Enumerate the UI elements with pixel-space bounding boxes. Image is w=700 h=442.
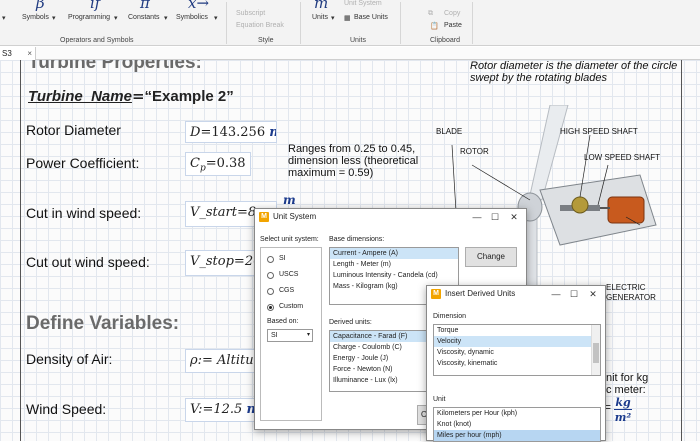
dimension-scrollbar[interactable] [591, 325, 600, 375]
right-note-2: c meter: [606, 384, 646, 396]
document-tab[interactable]: S3 × [0, 47, 36, 60]
list-item[interactable]: Luminous Intensity - Candela (cd) [330, 270, 458, 281]
equation-break-button[interactable]: Equation Break [236, 22, 284, 29]
rotor-note: Rotor diameter is the diameter of the ci… [470, 60, 678, 84]
radio-si[interactable] [267, 256, 274, 263]
mathcad-icon: M [259, 212, 269, 222]
power-coefficient-math[interactable]: Cp=0.38 [185, 152, 251, 176]
maximize-icon[interactable]: ☐ [488, 209, 502, 225]
rotor-diameter-label: Rotor Diameter [26, 122, 121, 138]
close-icon[interactable]: ✕ [507, 209, 521, 225]
copy-button[interactable]: Copy [444, 10, 460, 17]
close-icon[interactable]: ✕ [586, 286, 600, 302]
list-item[interactable]: Miles per hour (mph) [434, 430, 600, 441]
select-unit-system-label: Select unit system: [260, 236, 319, 243]
cut-out-speed-math[interactable]: V_stop=20 [185, 250, 265, 276]
list-item[interactable]: Viscosity, dynamic [434, 347, 600, 358]
based-on-select[interactable]: SI ▾ [267, 329, 313, 342]
density-air-label: Density of Air: [26, 351, 113, 367]
unit-list[interactable]: Kilometers per Hour (kph) Knot (knot) Mi… [433, 407, 601, 442]
label-low-speed-shaft: LOW SPEED SHAFT [584, 153, 661, 162]
unit-system-titlebar[interactable]: M Unit System — ☐ ✕ [255, 209, 526, 225]
minimize-icon[interactable]: — [549, 286, 563, 302]
base-units-icon: ▦ [344, 15, 351, 22]
base-units-button[interactable]: Base Units [354, 14, 388, 21]
chevron-down-icon: ▾ [306, 332, 310, 338]
symbolics-button[interactable]: Symbolics [176, 14, 208, 21]
unit-system-radio-group: SI USCS CGS Custom Based on: SI ▾ [260, 247, 322, 421]
change-button[interactable]: Change [465, 247, 517, 267]
symbolics-icon[interactable]: x→ [188, 0, 209, 12]
density-air-math[interactable]: ρ:= Altitu [185, 349, 255, 373]
insert-derived-units-dialog[interactable]: M Insert Derived Units — ☐ ✕ Dimension T… [426, 285, 606, 442]
symbols-button[interactable]: Symbols [22, 14, 49, 21]
programming-icon[interactable]: if [90, 0, 100, 12]
label-blade: BLADE [436, 127, 463, 136]
constants-icon[interactable]: π [140, 0, 150, 12]
radio-custom[interactable] [267, 304, 274, 311]
group-style-label: Style [258, 37, 274, 44]
paste-button[interactable]: Paste [444, 22, 462, 29]
list-item[interactable]: Torque [434, 325, 600, 336]
paste-icon: 📋 [430, 23, 439, 30]
turbine-name-region[interactable]: Turbine_Name=“Example 2” [28, 87, 234, 105]
cut-out-speed-label: Cut out wind speed: [26, 254, 150, 270]
right-unit-top: kg [614, 396, 632, 410]
group-operators-label: Operators and Symbols [60, 37, 134, 44]
copy-icon: ⧉ [428, 10, 433, 17]
rotor-diameter-math[interactable]: D=143.256 m [185, 121, 277, 143]
list-item[interactable]: Length - Meter (m) [330, 259, 458, 270]
unit-system-button[interactable]: Unit System [344, 0, 382, 7]
dimension-list[interactable]: Torque Velocity Viscosity, dynamic Visco… [433, 324, 601, 376]
unit-label: Unit [433, 396, 446, 403]
document-tab-bar: S3 × [0, 47, 700, 60]
maximize-icon[interactable]: ☐ [567, 286, 581, 302]
dimension-label: Dimension [433, 313, 467, 320]
heading-define-variables: Define Variables: [26, 313, 180, 334]
power-coefficient-note: Ranges from 0.25 to 0.45, dimension less… [288, 143, 419, 179]
units-button[interactable]: Units [312, 14, 328, 21]
symbols-icon[interactable]: β [36, 0, 45, 12]
label-generator: GENERATOR [606, 293, 656, 302]
based-on-label: Based on: [267, 318, 299, 325]
list-item[interactable]: Viscosity, kinematic [434, 358, 600, 369]
ribbon: β ▾ Symbols ▾ if Programming ▾ π Constan… [0, 0, 700, 46]
base-dimensions-label: Base dimensions: [329, 236, 385, 243]
mathcad-icon: M [431, 289, 441, 299]
list-item[interactable]: Kilometers per Hour (kph) [434, 408, 600, 419]
heading-turbine-properties: Turbine Properties: [28, 60, 202, 73]
programming-button[interactable]: Programming [68, 14, 110, 21]
group-clipboard-label: Clipboard [430, 37, 460, 44]
list-item[interactable]: Current - Ampere (A) [330, 248, 458, 259]
subscript-button[interactable]: Subscript [236, 10, 265, 17]
wind-speed-label: Wind Speed: [26, 401, 107, 417]
right-note-1: nit for kg [606, 372, 649, 384]
label-high-speed-shaft: HIGH SPEED SHAFT [560, 127, 638, 136]
power-coefficient-label: Power Coefficient: [26, 155, 140, 171]
label-electric: ELECTRIC [606, 283, 646, 292]
wind-speed-math[interactable]: V:=12.5 m [185, 398, 255, 422]
minimize-icon[interactable]: — [470, 209, 484, 225]
derived-units-label: Derived units: [329, 319, 372, 326]
label-rotor: ROTOR [460, 147, 489, 156]
radio-cgs[interactable] [267, 288, 274, 295]
constants-button[interactable]: Constants [128, 14, 160, 21]
cut-in-speed-label: Cut in wind speed: [26, 205, 142, 221]
insert-derived-titlebar[interactable]: M Insert Derived Units — ☐ ✕ [427, 286, 605, 302]
list-item[interactable]: Knot (knot) [434, 419, 600, 430]
close-tab-icon[interactable]: × [27, 47, 32, 60]
cut-in-unit-fragment: m [283, 193, 296, 207]
units-icon[interactable]: m [314, 0, 328, 12]
right-unit-bottom: m² [614, 411, 632, 424]
group-units-label: Units [350, 37, 366, 44]
radio-uscs[interactable] [267, 272, 274, 279]
list-item[interactable]: Velocity [434, 336, 600, 347]
